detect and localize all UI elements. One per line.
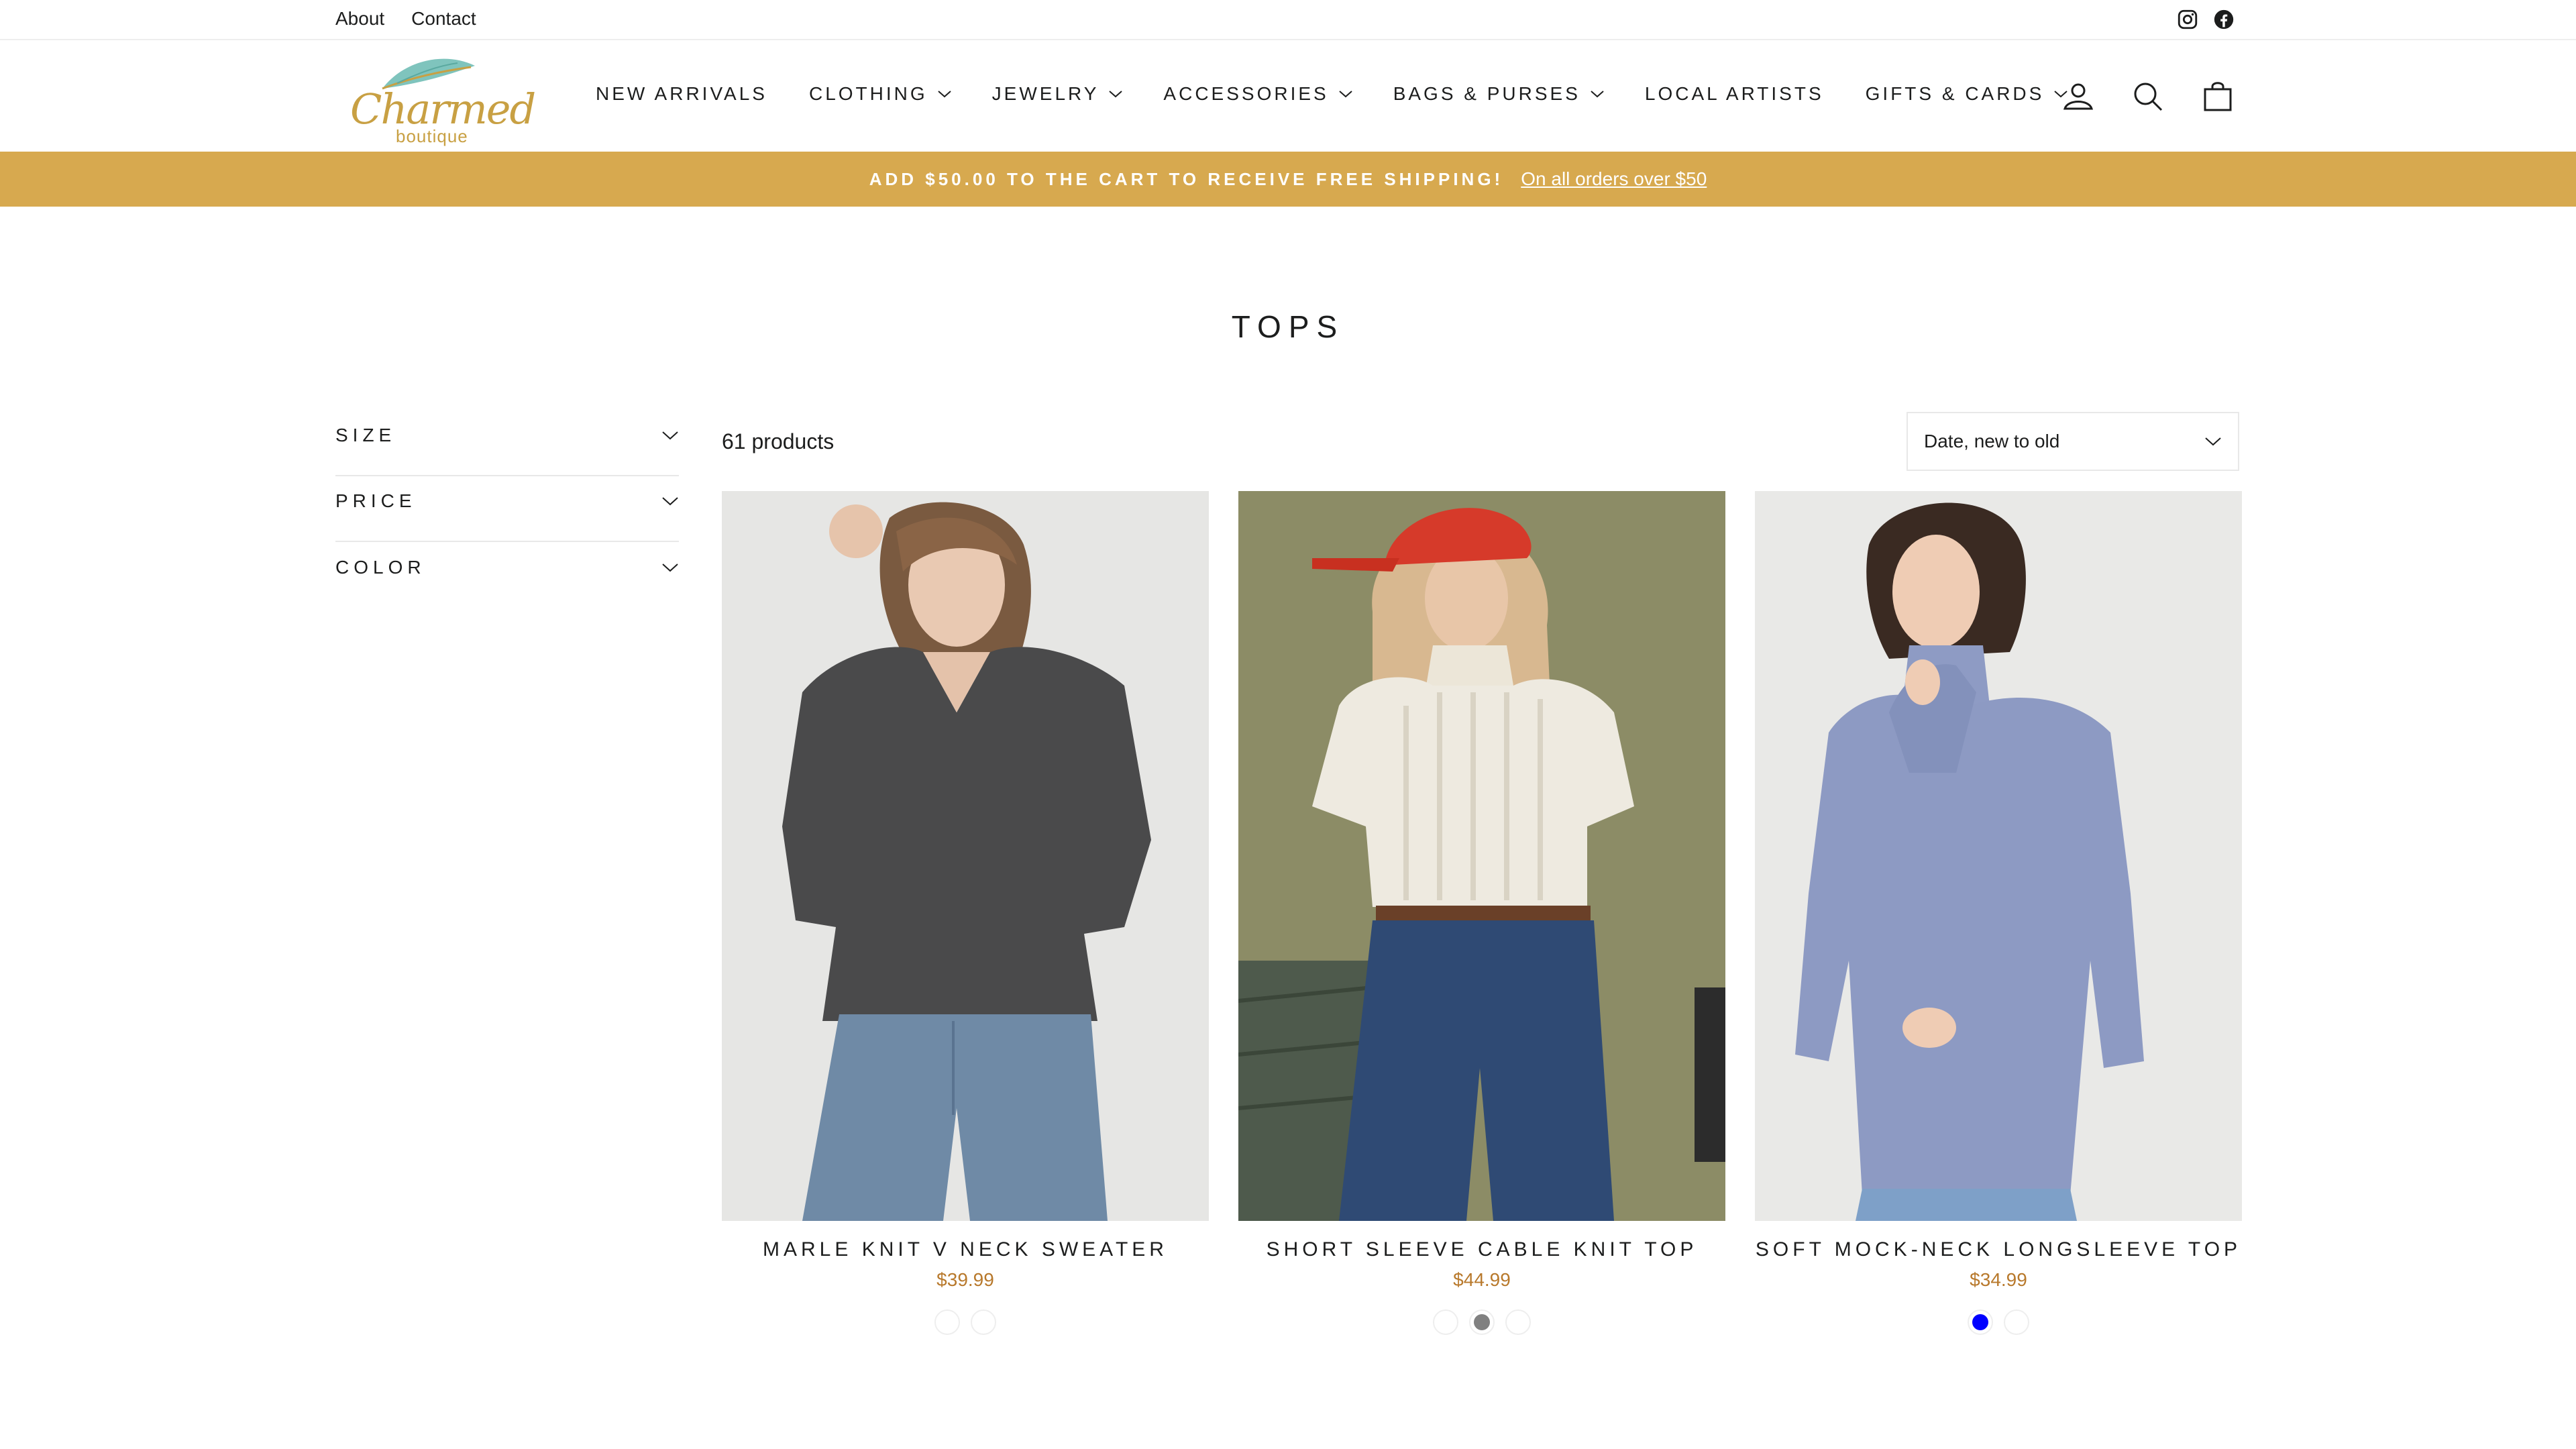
nav-bags-purses[interactable]: BAGS & PURSES bbox=[1393, 83, 1605, 105]
chevron-down-icon bbox=[938, 91, 951, 98]
site-header: Charmed boutique NEW ARRIVALS CLOTHING J… bbox=[0, 40, 2576, 152]
product-card[interactable]: SOFT MOCK-NECK LONGSLEEVE TOP $34.99 bbox=[1755, 491, 2242, 1335]
color-swatch[interactable] bbox=[1433, 1309, 1458, 1335]
product-image[interactable] bbox=[1755, 491, 2242, 1221]
chevron-down-icon bbox=[1109, 91, 1123, 98]
product-price: $39.99 bbox=[936, 1269, 994, 1290]
social-links bbox=[2176, 8, 2235, 31]
header-icons bbox=[2061, 79, 2235, 114]
filter-label: SIZE bbox=[335, 425, 396, 445]
nav-label: LOCAL ARTISTS bbox=[1644, 83, 1824, 104]
filter-label: COLOR bbox=[335, 557, 426, 578]
product-card[interactable]: MARLE KNIT V NECK SWEATER $39.99 bbox=[722, 491, 1209, 1335]
product-image[interactable] bbox=[1238, 491, 1725, 1221]
color-swatch[interactable] bbox=[2004, 1309, 2029, 1335]
account-icon[interactable] bbox=[2061, 79, 2096, 114]
product-card[interactable]: SHORT SLEEVE CABLE KNIT TOP $44.99 bbox=[1238, 491, 1725, 1335]
nav-label: JEWELRY bbox=[991, 83, 1099, 104]
color-swatch[interactable] bbox=[971, 1309, 996, 1335]
color-swatch[interactable] bbox=[1505, 1309, 1531, 1335]
nav-new-arrivals[interactable]: NEW ARRIVALS bbox=[596, 83, 767, 105]
sort-select[interactable]: Date, new to old bbox=[1907, 412, 2239, 471]
product-name[interactable]: SOFT MOCK-NECK LONGSLEEVE TOP bbox=[1755, 1238, 2242, 1261]
chevron-down-icon bbox=[662, 497, 678, 506]
logo-sub-text: boutique bbox=[396, 126, 468, 146]
nav-label: ACCESSORIES bbox=[1163, 83, 1329, 104]
color-swatch[interactable] bbox=[1968, 1309, 1993, 1335]
product-name[interactable]: MARLE KNIT V NECK SWEATER bbox=[722, 1238, 1209, 1261]
utility-links: About Contact bbox=[335, 8, 476, 30]
announcement-link[interactable]: On all orders over $50 bbox=[1521, 168, 1707, 190]
sort-value: Date, new to old bbox=[1924, 431, 2060, 451]
nav-label: CLOTHING bbox=[808, 83, 928, 104]
nav-gifts-cards[interactable]: GIFTS & CARDS bbox=[1866, 83, 2069, 105]
contact-link[interactable]: Contact bbox=[411, 8, 476, 30]
color-swatches bbox=[722, 1309, 1209, 1335]
cart-icon[interactable] bbox=[2200, 79, 2235, 114]
product-name[interactable]: SHORT SLEEVE CABLE KNIT TOP bbox=[1238, 1238, 1725, 1261]
filter-label: PRICE bbox=[335, 490, 417, 511]
chevron-down-icon bbox=[1591, 91, 1604, 98]
filter-color[interactable]: COLOR bbox=[335, 527, 679, 608]
nav-label: BAGS & PURSES bbox=[1393, 83, 1580, 104]
page-title: TOPS bbox=[1231, 309, 1345, 344]
product-count: 61 products bbox=[722, 429, 835, 453]
nav-accessories[interactable]: ACCESSORIES bbox=[1163, 83, 1352, 105]
chevron-down-icon bbox=[1339, 91, 1352, 98]
main-navigation: NEW ARRIVALS CLOTHING JEWELRY ACCESSORIE… bbox=[596, 83, 2068, 105]
filter-sidebar: SIZE PRICE COLOR bbox=[335, 416, 679, 608]
announcement-bar: ADD $50.00 TO THE CART TO RECEIVE FREE S… bbox=[0, 152, 2576, 207]
nav-label: NEW ARRIVALS bbox=[596, 83, 767, 104]
color-swatches bbox=[1755, 1309, 2242, 1335]
announcement-message: ADD $50.00 TO THE CART TO RECEIVE FREE S… bbox=[869, 168, 1504, 189]
product-price: $34.99 bbox=[1970, 1269, 2027, 1290]
chevron-down-icon bbox=[662, 564, 678, 572]
chevron-down-icon bbox=[2205, 437, 2221, 446]
about-link[interactable]: About bbox=[335, 8, 384, 30]
nav-local-artists[interactable]: LOCAL ARTISTS bbox=[1645, 83, 1824, 105]
product-grid: MARLE KNIT V NECK SWEATER $39.99 SHORT S… bbox=[722, 491, 2242, 1335]
instagram-icon[interactable] bbox=[2176, 8, 2199, 31]
product-image[interactable] bbox=[722, 491, 1209, 1221]
search-icon[interactable] bbox=[2131, 79, 2165, 114]
chevron-down-icon bbox=[662, 431, 678, 440]
nav-label: GIFTS & CARDS bbox=[1865, 83, 2045, 104]
facebook-icon[interactable] bbox=[2212, 8, 2235, 31]
color-swatches bbox=[1238, 1309, 1725, 1335]
color-swatch[interactable] bbox=[1469, 1309, 1495, 1335]
product-price: $44.99 bbox=[1453, 1269, 1511, 1290]
nav-clothing[interactable]: CLOTHING bbox=[809, 83, 952, 105]
utility-bar: About Contact bbox=[0, 0, 2576, 40]
color-swatch[interactable] bbox=[934, 1309, 960, 1335]
nav-jewelry[interactable]: JEWELRY bbox=[992, 83, 1124, 105]
charmed-boutique-logo[interactable]: Charmed boutique bbox=[343, 48, 536, 146]
